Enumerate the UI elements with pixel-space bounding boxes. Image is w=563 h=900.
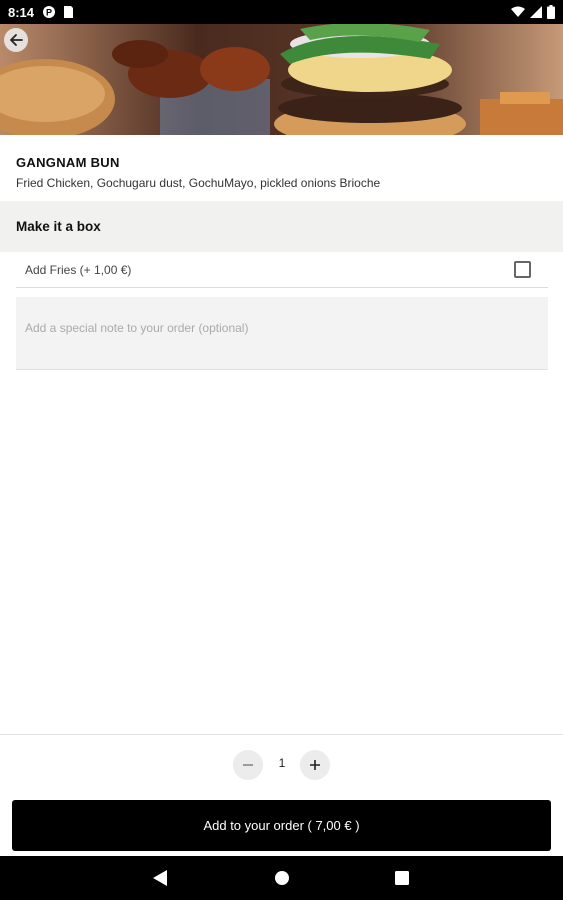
section-header: Make it a box (0, 201, 563, 252)
svg-text:P: P (46, 8, 52, 18)
notification-icon: P (43, 6, 56, 18)
special-note-field[interactable] (16, 297, 548, 370)
divider (0, 734, 563, 735)
add-to-order-label: Add to your order ( 7,00 € ) (203, 818, 360, 833)
status-icons (511, 5, 555, 19)
navigation-bar (0, 856, 563, 900)
hero-image (0, 24, 563, 135)
item-title: GANGNAM BUN (16, 155, 120, 170)
nav-recents-icon[interactable] (394, 869, 410, 887)
wifi-icon (511, 6, 525, 17)
option-add-fries[interactable]: Add Fries (+ 1,00 €) (16, 252, 548, 288)
battery-icon (547, 5, 555, 19)
burger-photo (0, 24, 563, 135)
decrease-quantity-button[interactable] (233, 750, 263, 780)
signal-icon (530, 6, 542, 18)
nav-back-icon[interactable] (152, 869, 168, 887)
add-to-order-button[interactable]: Add to your order ( 7,00 € ) (12, 800, 551, 851)
item-description: Fried Chicken, Gochugaru dust, GochuMayo… (16, 176, 381, 190)
status-bar: 8:14 P (0, 0, 563, 24)
section-title: Make it a box (16, 219, 101, 234)
minus-icon (243, 764, 253, 766)
back-button[interactable] (4, 28, 28, 52)
arrow-back-icon (10, 34, 23, 46)
sd-card-icon (64, 6, 74, 18)
plus-icon (310, 760, 320, 770)
checkbox-icon[interactable] (514, 261, 531, 278)
option-label: Add Fries (+ 1,00 €) (25, 262, 132, 277)
increase-quantity-button[interactable] (300, 750, 330, 780)
nav-home-icon[interactable] (274, 869, 290, 887)
status-time: 8:14 (8, 4, 35, 20)
quantity-value: 1 (278, 756, 286, 770)
